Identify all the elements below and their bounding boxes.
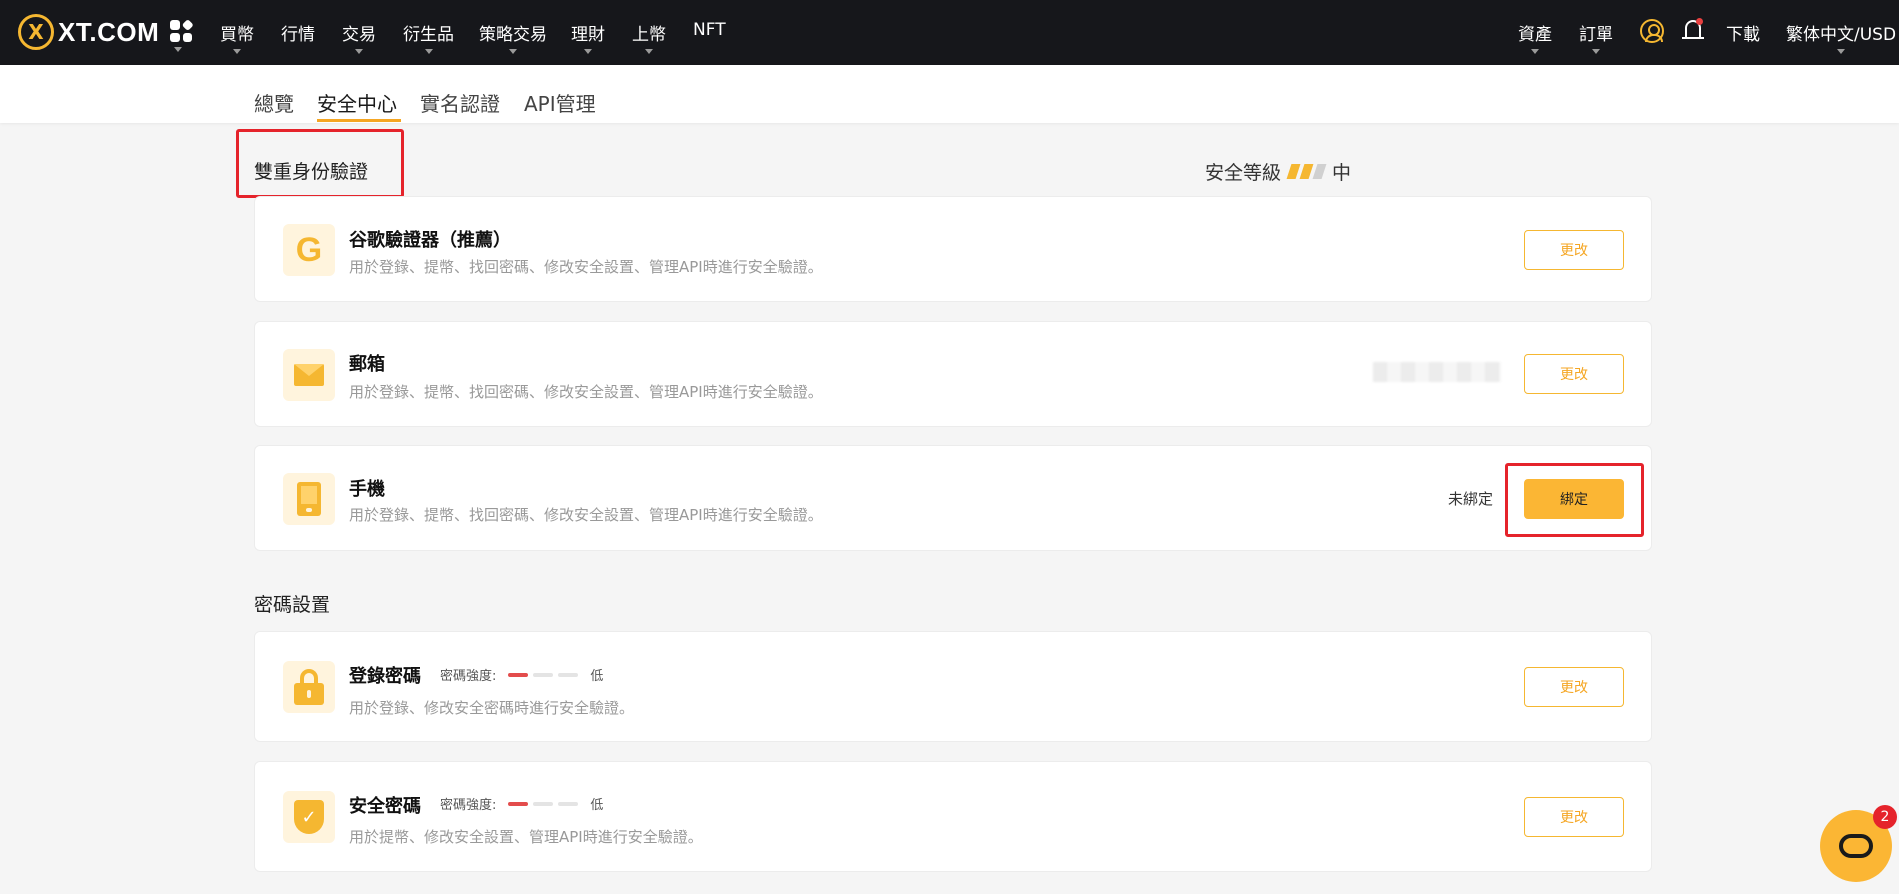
lock-icon (283, 661, 335, 713)
mail-icon (283, 349, 335, 401)
nav-assets[interactable]: 資產 (1518, 20, 1552, 54)
card-title: 安全密碼 (349, 796, 421, 817)
apps-grid-icon[interactable] (170, 19, 193, 42)
nav-nft[interactable]: NFT (693, 20, 726, 40)
password-section-title: 密碼設置 (254, 594, 331, 616)
chat-unread-badge: 2 (1873, 805, 1897, 829)
password-strength-bars (508, 801, 579, 806)
password-strength-bars (508, 672, 579, 677)
password-strength-label: 密碼強度: (440, 669, 497, 684)
password-strength: 密碼強度: 低 (440, 794, 603, 813)
tab-security-center[interactable]: 安全中心 (317, 88, 397, 117)
apps-caret-icon (174, 47, 182, 52)
nav-earn[interactable]: 理財 (571, 20, 605, 54)
card-title: 登錄密碼 (349, 666, 421, 687)
change-email-button[interactable]: 更改 (1524, 354, 1624, 394)
phone-status: 未綁定 (1447, 490, 1493, 508)
language-currency-selector[interactable]: 繁体中文/USD (1786, 20, 1896, 54)
card-description: 用於登錄、提幣、找回密碼、修改安全設置、管理API時進行安全驗證。 (349, 383, 823, 401)
chevron-down-icon (355, 49, 363, 54)
security-level-bars (1286, 164, 1327, 179)
nav-listing[interactable]: 上幣 (632, 20, 666, 54)
highlight-box-bind-button (1505, 463, 1644, 537)
highlight-box-2fa-title (236, 129, 404, 198)
chevron-down-icon (584, 49, 592, 54)
masked-email-value (1373, 362, 1501, 382)
password-strength: 密碼強度: 低 (440, 665, 603, 684)
tab-identity-verification[interactable]: 實名認證 (420, 88, 500, 117)
chevron-down-icon (424, 49, 433, 54)
chevron-down-icon (233, 49, 241, 54)
password-strength-value: 低 (590, 669, 604, 684)
chevron-down-icon (509, 49, 517, 54)
card-title: 郵箱 (349, 354, 385, 375)
card-title: 手機 (349, 479, 385, 500)
change-google-authenticator-button[interactable]: 更改 (1524, 230, 1624, 270)
security-level-label: 安全等級 (1204, 162, 1281, 184)
card-description: 用於登錄、修改安全密碼時進行安全驗證。 (349, 699, 635, 717)
card-description: 用於登錄、提幣、找回密碼、修改安全設置、管理API時進行安全驗證。 (349, 506, 823, 524)
card-title: 谷歌驗證器（推薦） (349, 230, 511, 251)
security-level-value: 中 (1331, 162, 1351, 184)
security-password-card: ✓ 安全密碼 密碼強度: 低 用於提幣、修改安全設置、管理API時進行安全驗證。… (254, 761, 1652, 872)
logo[interactable]: X XT.COM (18, 14, 159, 50)
change-login-password-button[interactable]: 更改 (1524, 667, 1624, 707)
phone-icon (283, 473, 335, 525)
phone-card: 手機 用於登錄、提幣、找回密碼、修改安全設置、管理API時進行安全驗證。 未綁定… (254, 445, 1652, 551)
card-description: 用於提幣、修改安全設置、管理API時進行安全驗證。 (349, 828, 703, 846)
logo-mark-icon: X (18, 14, 54, 50)
active-tab-indicator (317, 119, 401, 122)
nav-buy-crypto[interactable]: 買幣 (220, 20, 254, 54)
nav-markets[interactable]: 行情 (281, 20, 315, 45)
login-password-card: 登錄密碼 密碼強度: 低 用於登錄、修改安全密碼時進行安全驗證。 更改 (254, 631, 1652, 742)
password-strength-value: 低 (590, 798, 604, 813)
security-level: 安全等級 中 (1205, 158, 1351, 185)
account-tabs: 總覽 安全中心 實名認證 API管理 (0, 65, 1899, 123)
password-strength-label: 密碼強度: (440, 798, 497, 813)
notification-bell-icon[interactable] (1682, 18, 1704, 44)
nav-trade[interactable]: 交易 (342, 20, 376, 54)
nav-orders[interactable]: 訂單 (1579, 20, 1613, 54)
email-card: 郵箱 用於登錄、提幣、找回密碼、修改安全設置、管理API時進行安全驗證。 更改 (254, 321, 1652, 427)
tab-api-management[interactable]: API管理 (524, 88, 596, 117)
logo-text: XT.COM (58, 16, 160, 47)
google-authenticator-icon: G (283, 224, 335, 276)
nav-strategy-trading[interactable]: 策略交易 (479, 20, 547, 54)
chevron-down-icon (1531, 49, 1539, 54)
card-description: 用於登錄、提幣、找回密碼、修改安全設置、管理API時進行安全驗證。 (349, 258, 823, 276)
chat-icon (1839, 834, 1873, 858)
chevron-down-icon (1837, 49, 1846, 54)
change-security-password-button[interactable]: 更改 (1524, 797, 1624, 837)
chevron-down-icon (1592, 49, 1600, 54)
nav-download[interactable]: 下載 (1726, 20, 1760, 45)
top-nav-bar: X XT.COM 買幣 行情 交易 衍生品 策略交易 理財 上幣 NFT 資產 … (0, 0, 1899, 65)
nav-derivatives[interactable]: 衍生品 (403, 20, 454, 54)
chevron-down-icon (645, 49, 653, 54)
tab-overview[interactable]: 總覽 (254, 88, 294, 117)
shield-check-icon: ✓ (283, 791, 335, 843)
notification-dot (1696, 18, 1703, 25)
user-account-icon[interactable] (1640, 19, 1664, 43)
google-authenticator-card: G 谷歌驗證器（推薦） 用於登錄、提幣、找回密碼、修改安全設置、管理API時進行… (254, 196, 1652, 302)
